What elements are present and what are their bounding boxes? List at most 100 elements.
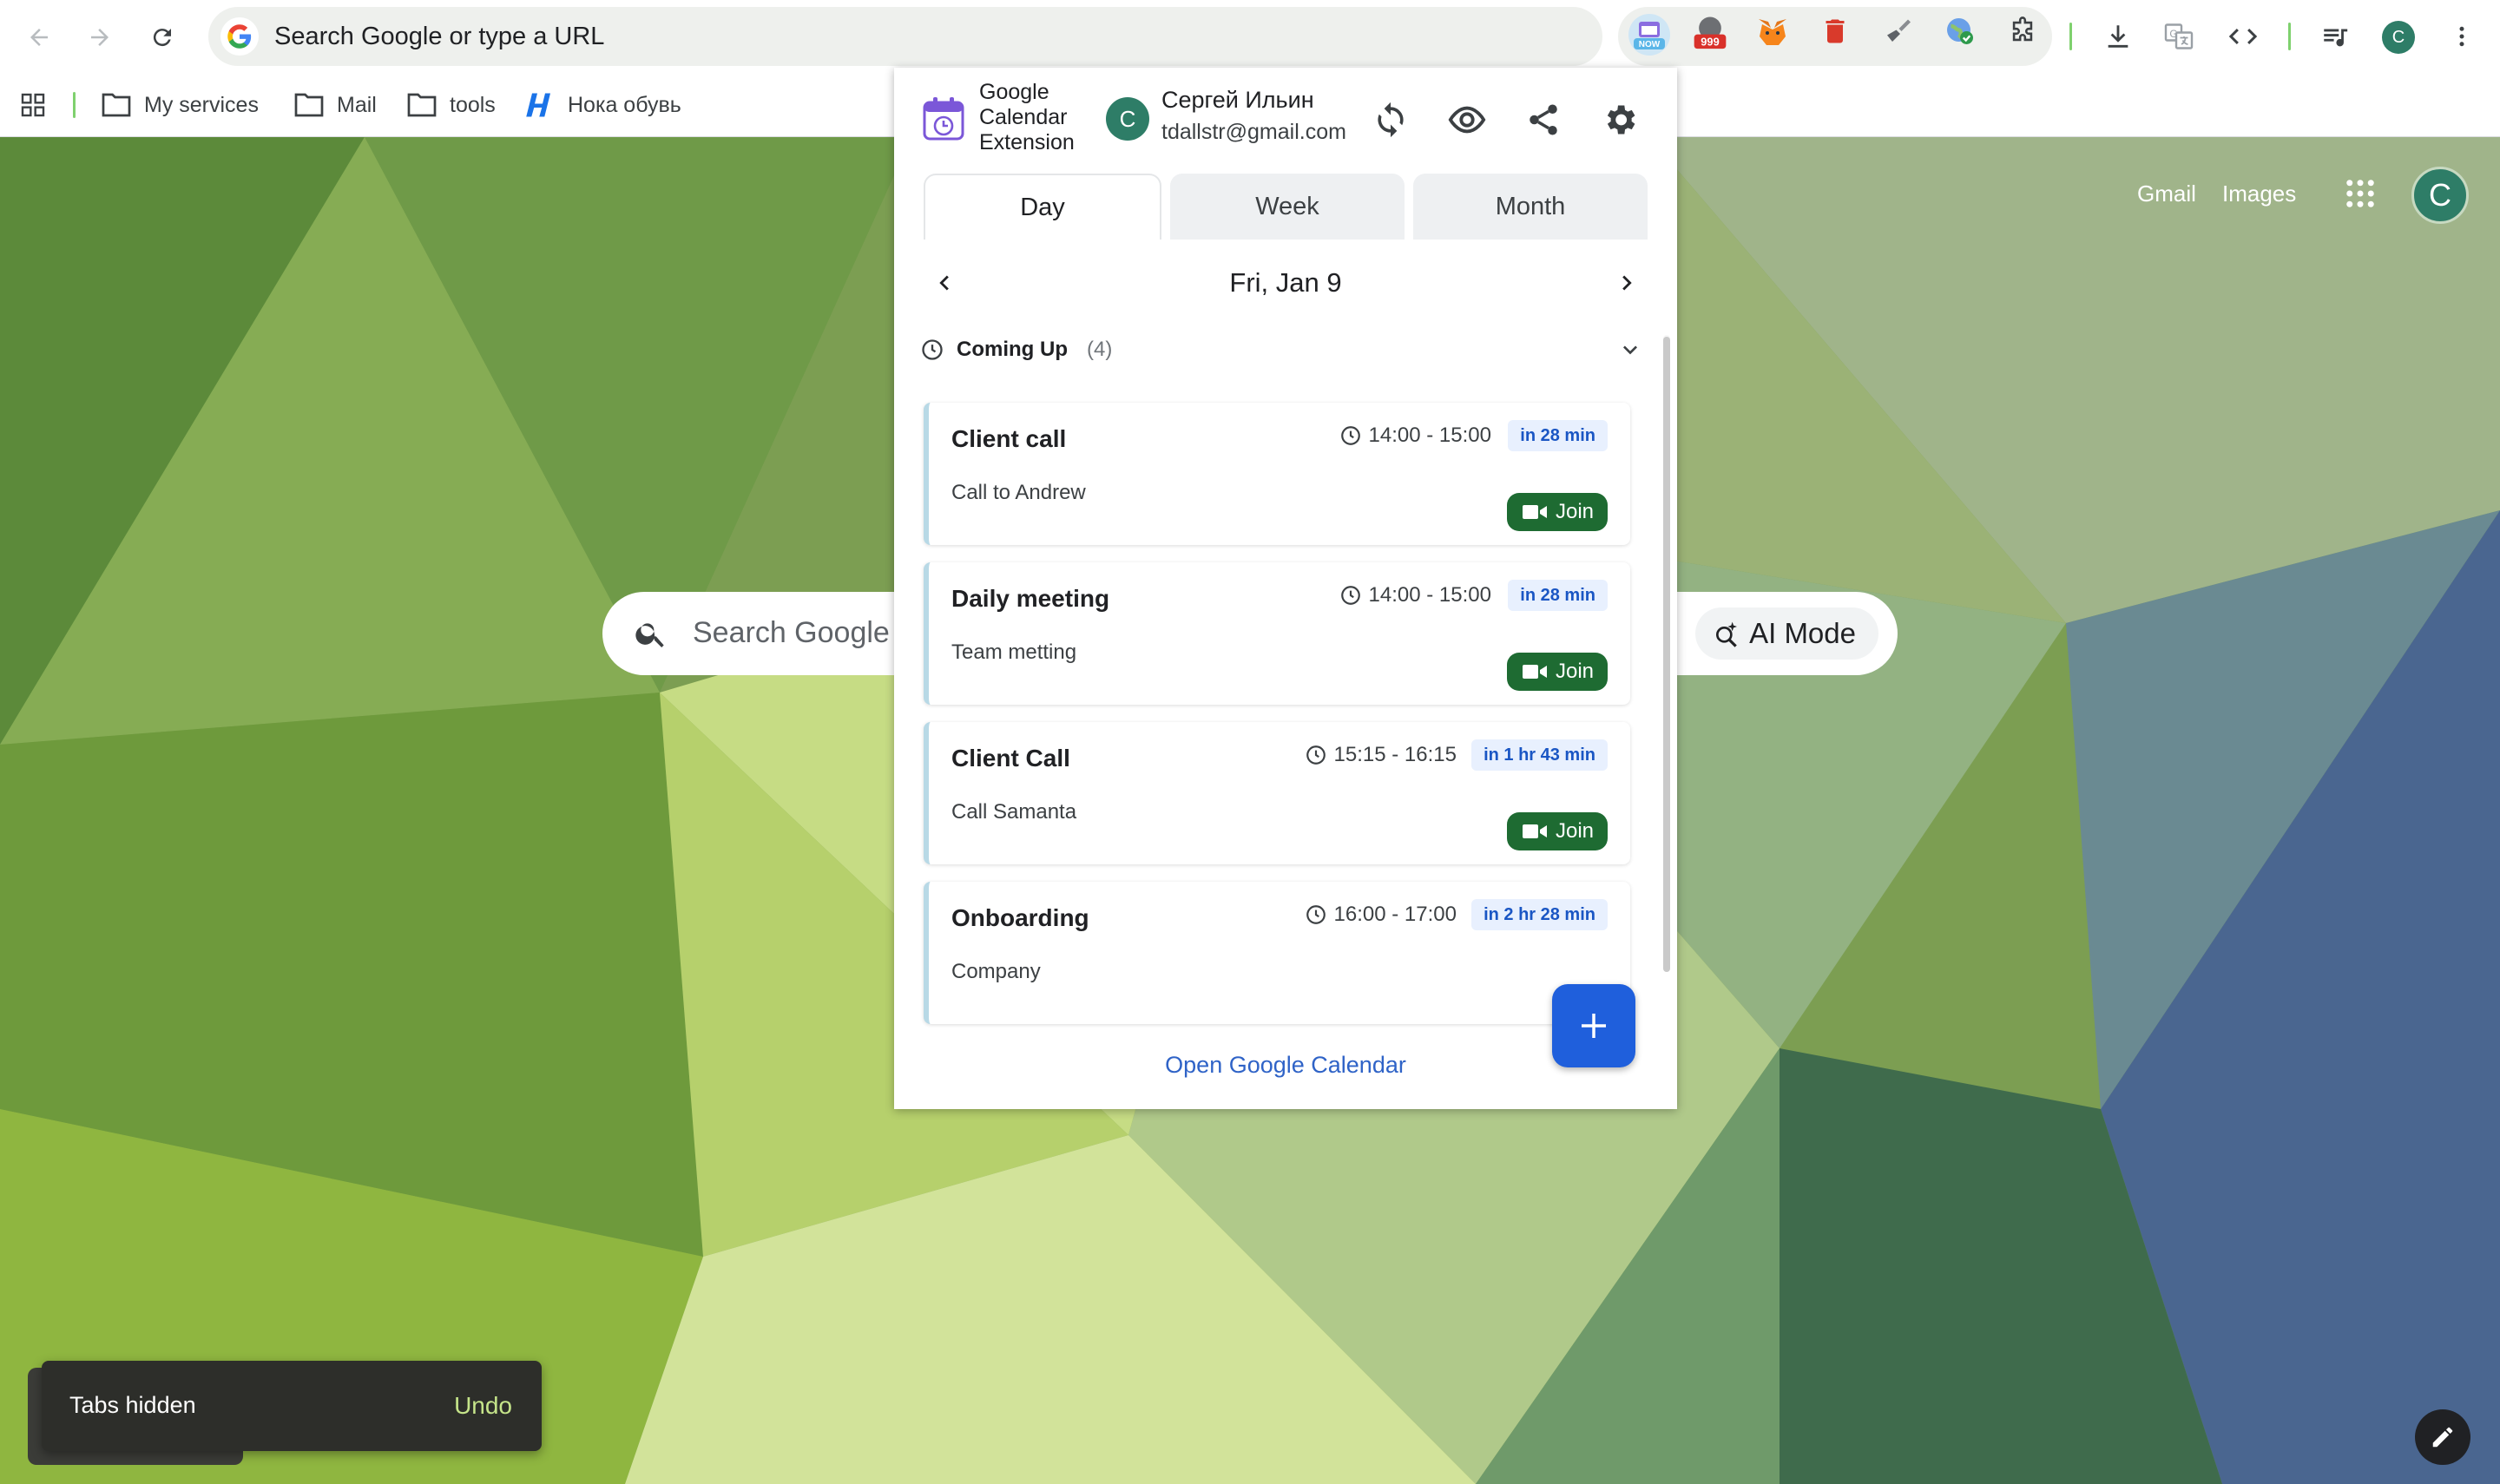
bookmark-label: tools: [450, 92, 496, 117]
join-label: Join: [1555, 660, 1594, 683]
event-time-text: 14:00 - 15:00: [1368, 424, 1491, 447]
folder-icon: [407, 93, 437, 117]
bookmark-folder-mail[interactable]: Mail: [293, 83, 377, 127]
metamask-fox-extension[interactable]: [1753, 12, 1792, 50]
omnibox[interactable]: Search Google or type a URL: [208, 7, 1602, 66]
devtools-button[interactable]: [2222, 16, 2264, 57]
clock-icon: [1340, 426, 1360, 445]
toast-message: Tabs hidden: [69, 1392, 196, 1418]
event-title: Client Call: [951, 745, 1070, 772]
ai-search-sparkle-icon: [1716, 621, 1738, 647]
reload-icon: [153, 29, 171, 47]
event-card[interactable]: Client call 14:00 - 15:00 in 28 min Call…: [924, 403, 1630, 545]
event-time-text: 15:15 - 16:15: [1333, 743, 1457, 766]
event-title: Onboarding: [951, 904, 1089, 931]
broom-extension[interactable]: [1878, 12, 1917, 50]
user-name: Сергей Ильин: [1161, 87, 1314, 113]
globe-check-extension[interactable]: [1941, 12, 1979, 50]
event-title: Client call: [951, 425, 1067, 452]
event-countdown-badge: in 1 hr 43 min: [1471, 739, 1608, 771]
folder-icon: [294, 93, 324, 117]
tab-month[interactable]: Month: [1413, 174, 1648, 240]
plus-icon: [1582, 1014, 1606, 1038]
extension-title: Google Calendar Extension: [979, 80, 1075, 154]
browser-toolbar: Search Google or type a URL NOW 999 G C: [0, 0, 2500, 73]
kebab-menu-icon: [2459, 26, 2464, 47]
tab-week[interactable]: Week: [1170, 174, 1405, 240]
refresh-button[interactable]: [1368, 97, 1413, 142]
clock-icon: [1306, 905, 1326, 924]
forward-button[interactable]: [78, 16, 122, 59]
reload-button[interactable]: [141, 16, 184, 59]
share-button[interactable]: [1521, 97, 1566, 142]
customize-button[interactable]: [2415, 1409, 2470, 1465]
images-link[interactable]: Images: [2222, 181, 2296, 207]
download-icon: [2108, 25, 2128, 48]
open-google-calendar-link[interactable]: Open Google Calendar: [894, 1052, 1677, 1079]
join-button[interactable]: Join: [1506, 653, 1608, 691]
omnibox-text: Search Google or type a URL: [274, 22, 605, 50]
event-card[interactable]: Daily meeting 14:00 - 15:00 in 28 min Te…: [924, 562, 1630, 705]
next-day-button[interactable]: [1606, 262, 1648, 304]
settings-button[interactable]: [1597, 97, 1642, 142]
gmail-link[interactable]: Gmail: [2137, 181, 2196, 207]
toolbar-separator: [2288, 23, 2291, 50]
tab-day[interactable]: Day: [924, 174, 1161, 240]
tabs-hidden-toast: Tabs hidden Undo: [42, 1361, 542, 1451]
event-card[interactable]: Onboarding 16:00 - 17:00 in 2 hr 28 min …: [924, 882, 1630, 1024]
coming-up-header[interactable]: Coming Up (4): [920, 328, 1655, 371]
ad-counter-extension[interactable]: 999: [1691, 12, 1729, 50]
translate-icon: G: [2164, 23, 2194, 49]
google-apps-button[interactable]: [2342, 175, 2378, 212]
queue-music-icon: [2324, 29, 2348, 47]
ai-mode-button[interactable]: AI Mode: [1695, 607, 1878, 660]
event-time: 14:00 - 15:00: [1339, 424, 1491, 448]
event-title: Daily meeting: [951, 585, 1110, 612]
google-g-icon: [220, 17, 259, 56]
browser-menu-button[interactable]: [2441, 16, 2483, 57]
calendar-extension-popup: Google Calendar Extension C Сергей Ильин…: [894, 68, 1677, 1109]
chevron-right-icon: [1622, 275, 1632, 291]
scrollbar-thumb[interactable]: [1663, 337, 1670, 972]
media-control-button[interactable]: [2314, 16, 2356, 57]
event-card[interactable]: Client Call 15:15 - 16:15 in 1 hr 43 min…: [924, 722, 1630, 864]
view-tabs: Day Week Month: [924, 174, 1648, 240]
calendar-now-extension[interactable]: NOW: [1628, 14, 1670, 56]
event-time: 15:15 - 16:15: [1305, 743, 1457, 767]
coming-up-title: Coming Up: [957, 338, 1068, 361]
join-button[interactable]: Join: [1506, 493, 1608, 531]
puzzle-extensions-menu[interactable]: [2003, 12, 2042, 50]
apps-shortcut[interactable]: [19, 83, 59, 127]
user-email: tdallstr@gmail.com: [1161, 120, 1346, 144]
downloads-button[interactable]: [2097, 16, 2139, 57]
clock-icon: [1340, 586, 1360, 605]
event-description: Company: [951, 960, 1041, 983]
bookmark-hoka[interactable]: Нока обувь: [524, 83, 681, 127]
visibility-button[interactable]: [1444, 97, 1490, 142]
current-date: Fri, Jan 9: [1229, 267, 1342, 298]
event-description: Call Samanta: [951, 800, 1077, 824]
join-button[interactable]: Join: [1506, 812, 1608, 850]
join-label: Join: [1555, 500, 1594, 523]
bookmark-folder-tools[interactable]: tools: [406, 83, 496, 127]
event-time-text: 14:00 - 15:00: [1368, 583, 1491, 607]
account-avatar[interactable]: C: [2411, 167, 2469, 224]
translate-button[interactable]: G: [2158, 16, 2200, 57]
bookmark-label: My services: [144, 92, 259, 117]
event-countdown-badge: in 2 hr 28 min: [1471, 899, 1608, 930]
bookmark-folder-my-services[interactable]: My services: [101, 83, 259, 127]
video-camera-icon: [1522, 824, 1547, 838]
svg-text:NOW: NOW: [1639, 40, 1661, 49]
user-avatar: C: [1106, 97, 1149, 141]
undo-button[interactable]: Undo: [454, 1392, 512, 1420]
clock-icon: [1306, 745, 1326, 765]
hoka-logo-icon: [526, 93, 550, 117]
event-time: 16:00 - 17:00: [1305, 903, 1457, 927]
broom-icon: [1887, 19, 1911, 42]
trash-extension[interactable]: [1816, 12, 1854, 50]
sync-icon: [1378, 102, 1404, 138]
trash-icon: [1826, 19, 1845, 43]
profile-avatar[interactable]: C: [2382, 21, 2415, 54]
calendar-clock-logo-icon: [923, 97, 964, 141]
back-button[interactable]: [17, 16, 61, 59]
